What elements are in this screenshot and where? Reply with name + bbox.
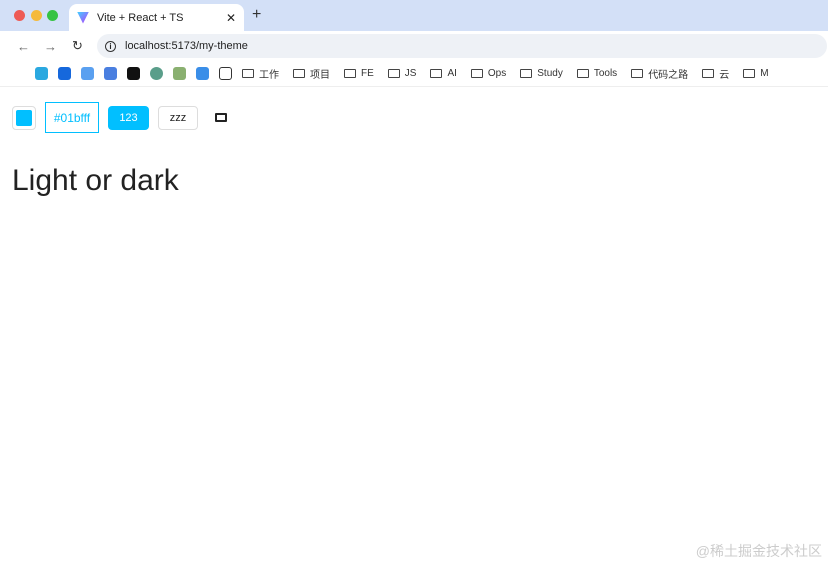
juejin-icon[interactable] [81,67,94,80]
folder-label: 云 [719,70,730,81]
theme-toolbar: #01bfff 123 zzz [12,102,227,133]
forward-icon[interactable]: → [37,39,64,54]
vite-logo-icon [77,11,89,24]
page-heading: Light or dark [12,164,179,197]
new-tab-button[interactable]: + [252,6,261,24]
minimize-window-button[interactable] [31,10,42,21]
folder-icon [242,69,254,78]
site-info-icon[interactable]: i [105,40,116,52]
folder-icon [430,69,443,78]
bookmark-folder[interactable]: JS [387,68,417,79]
x-icon[interactable] [127,67,140,80]
tab-bar: Vite + React + TS ✕ + [0,0,828,31]
folder-icon [293,69,305,78]
translate-icon[interactable] [104,67,117,80]
folder-icon [344,69,356,78]
folder-icon [520,69,533,78]
hex-color-input[interactable]: #01bfff [45,102,99,133]
folder-label: 代码之路 [648,70,689,81]
bookmark-folder[interactable]: AI [430,68,457,79]
folder-icon [743,69,756,78]
app-icon[interactable] [196,67,209,80]
bookmark-folder[interactable]: Study [520,68,563,79]
folder-icon [470,69,483,78]
default-button[interactable]: zzz [158,105,198,130]
back-icon[interactable]: ← [10,39,37,54]
watermark: @稀土掘金技术社区 [695,543,822,559]
zhihu-icon[interactable] [58,67,71,80]
close-window-button[interactable] [14,10,25,21]
maximize-window-button[interactable] [47,10,58,21]
folder-icon [387,69,400,78]
folder-icon [702,69,715,78]
address-bar[interactable]: i localhost:5173/my-theme [97,34,827,58]
bookmark-folder[interactable]: 工作 [242,66,279,81]
bookmark-folder[interactable]: Ops [470,68,507,79]
folder-icon [576,69,589,78]
folder-label: FE [361,68,374,79]
monitor-icon[interactable] [215,113,227,122]
bookmark-folder[interactable]: 云 [702,66,729,81]
bookmark-folder[interactable]: 代码之路 [631,66,688,81]
tab-active[interactable]: Vite + React + TS ✕ [69,4,244,31]
color-swatch [16,109,32,126]
nav-bar: ← → ↻ i localhost:5173/my-theme [0,31,828,61]
folder-label: Study [537,68,563,79]
color-picker[interactable] [12,105,36,130]
bookmark-icon[interactable] [219,67,232,80]
folder-label: 工作 [259,70,279,81]
folder-label: M [760,68,769,79]
close-tab-icon[interactable]: ✕ [226,11,236,25]
url-text: localhost:5173/my-theme [125,40,248,52]
bilibili-icon[interactable] [35,67,48,80]
bookmark-folder[interactable]: M [743,68,769,79]
folder-label: JS [404,68,417,79]
primary-button[interactable]: 123 [108,105,149,130]
folder-label: Ops [487,68,507,79]
bookmark-folder[interactable]: Tools [576,68,618,79]
image-icon[interactable] [173,67,186,80]
bookmark-folder[interactable]: FE [344,68,374,79]
reload-icon[interactable]: ↻ [64,38,91,54]
folder-label: AI [447,68,457,79]
bookmarks-bar: 工作 项目 FE JS AI Ops Study Tools 代码之路 云 M [0,61,828,87]
folder-icon [631,69,644,78]
folder-label: Tools [593,68,618,79]
chatgpt-icon[interactable] [150,67,163,80]
folder-label: 项目 [310,70,330,81]
tab-title: Vite + React + TS [97,11,184,24]
bookmark-folder[interactable]: 项目 [293,66,330,81]
